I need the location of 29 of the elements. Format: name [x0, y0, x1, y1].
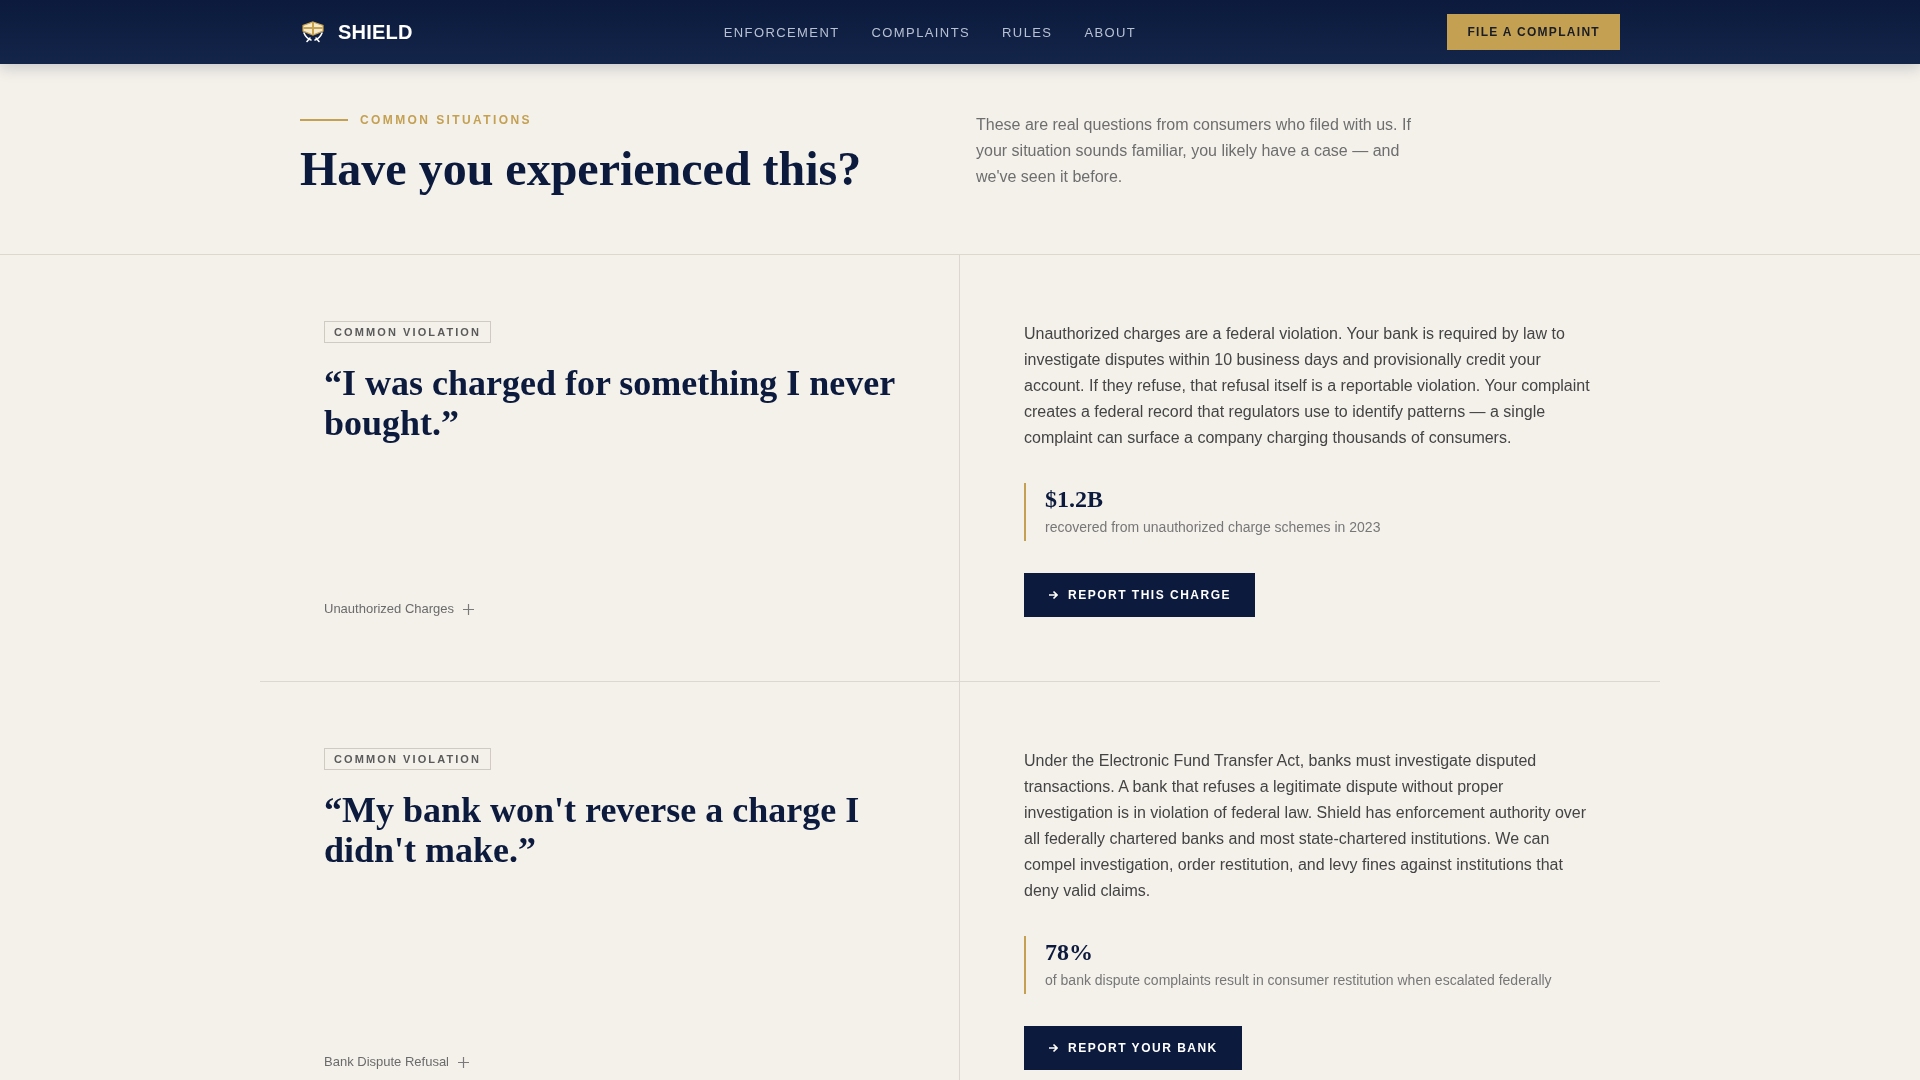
- section-eyebrow: COMMON SITUATIONS: [360, 113, 532, 127]
- brand-name: SHIELD: [338, 20, 413, 44]
- quote-heading: “My bank won't reverse a charge I didn't make.”: [324, 790, 861, 870]
- category-toggle[interactable]: Unauthorized Charges: [324, 601, 475, 617]
- arrow-right-icon: [1048, 1043, 1058, 1053]
- case-description: Unauthorized charges are a federal violation. Your bank is required by law to investigate disputes within 10 business days and provisionally credit your account. If they refuse, that refusal itself is a reportable violation. Your complaint creates a federal record that regulators use to identify patterns — a single complaint can surface a company charging thousands of consumers.: [1024, 324, 1591, 448]
- section-description: These are real questions from consumers who filed with us. If your situation sounds familiar, you likely have a case — and we've seen it before.: [976, 115, 1412, 187]
- stat-value: $1.2B: [1045, 485, 1104, 513]
- violation-tag: COMMON VIOLATION: [324, 748, 492, 770]
- stat-caption: of bank dispute complaints result in consumer restitution when escalated federally: [1045, 971, 1553, 990]
- case-description: Under the Electronic Fund Transfer Act, banks must investigate disputed transactions. A bank that refuses a legitimate dispute without proper investigation is in violation of federal law. Shield has enforcement authority over all federally chartered banks and most state-chartered institutions. We can compel investigation, order restitution, and levy fines against institutions that deny valid claims.: [1024, 751, 1588, 901]
- nav-link[interactable]: COMPLAINTS: [871, 24, 971, 40]
- arrow-right-icon: [1048, 590, 1058, 600]
- quote-heading: “I was charged for something I never bought.”: [324, 363, 896, 443]
- nav-link[interactable]: RULES: [1002, 24, 1053, 40]
- report-button[interactable]: REPORT YOUR BANK: [1024, 1026, 1242, 1070]
- category-toggle[interactable]: Bank Dispute Refusal: [324, 1054, 469, 1070]
- nav-link[interactable]: ABOUT: [1084, 24, 1137, 40]
- violation-tag: COMMON VIOLATION: [324, 321, 492, 343]
- nav-link[interactable]: ENFORCEMENT: [723, 24, 840, 40]
- report-button[interactable]: REPORT THIS CHARGE: [1024, 573, 1255, 617]
- plus-icon: [458, 1056, 469, 1068]
- accent-line: [300, 119, 348, 121]
- section-title: Have you experienced this?: [300, 141, 863, 196]
- shield-icon: [300, 21, 326, 43]
- file-complaint-button[interactable]: FILE A COMPLAINT: [1447, 14, 1620, 50]
- stat-caption: recovered from unauthorized charge schemes in 2023: [1045, 518, 1382, 537]
- plus-icon: [463, 603, 475, 615]
- stat-value: 78%: [1045, 938, 1094, 966]
